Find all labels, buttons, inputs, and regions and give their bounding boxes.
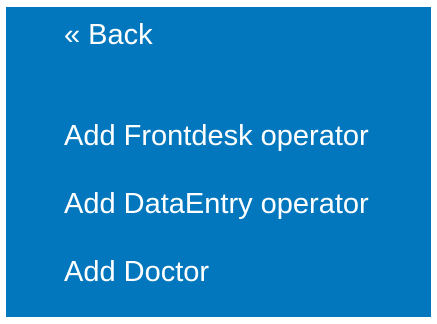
menu-item-add-dataentry-operator[interactable]: Add DataEntry operator (64, 187, 369, 221)
menu-item-add-doctor[interactable]: Add Doctor (64, 255, 209, 289)
sidebar-menu: « Back Add Frontdesk operator Add DataEn… (6, 7, 431, 317)
back-link[interactable]: « Back (64, 18, 153, 52)
menu-item-add-frontdesk-operator[interactable]: Add Frontdesk operator (64, 119, 369, 153)
